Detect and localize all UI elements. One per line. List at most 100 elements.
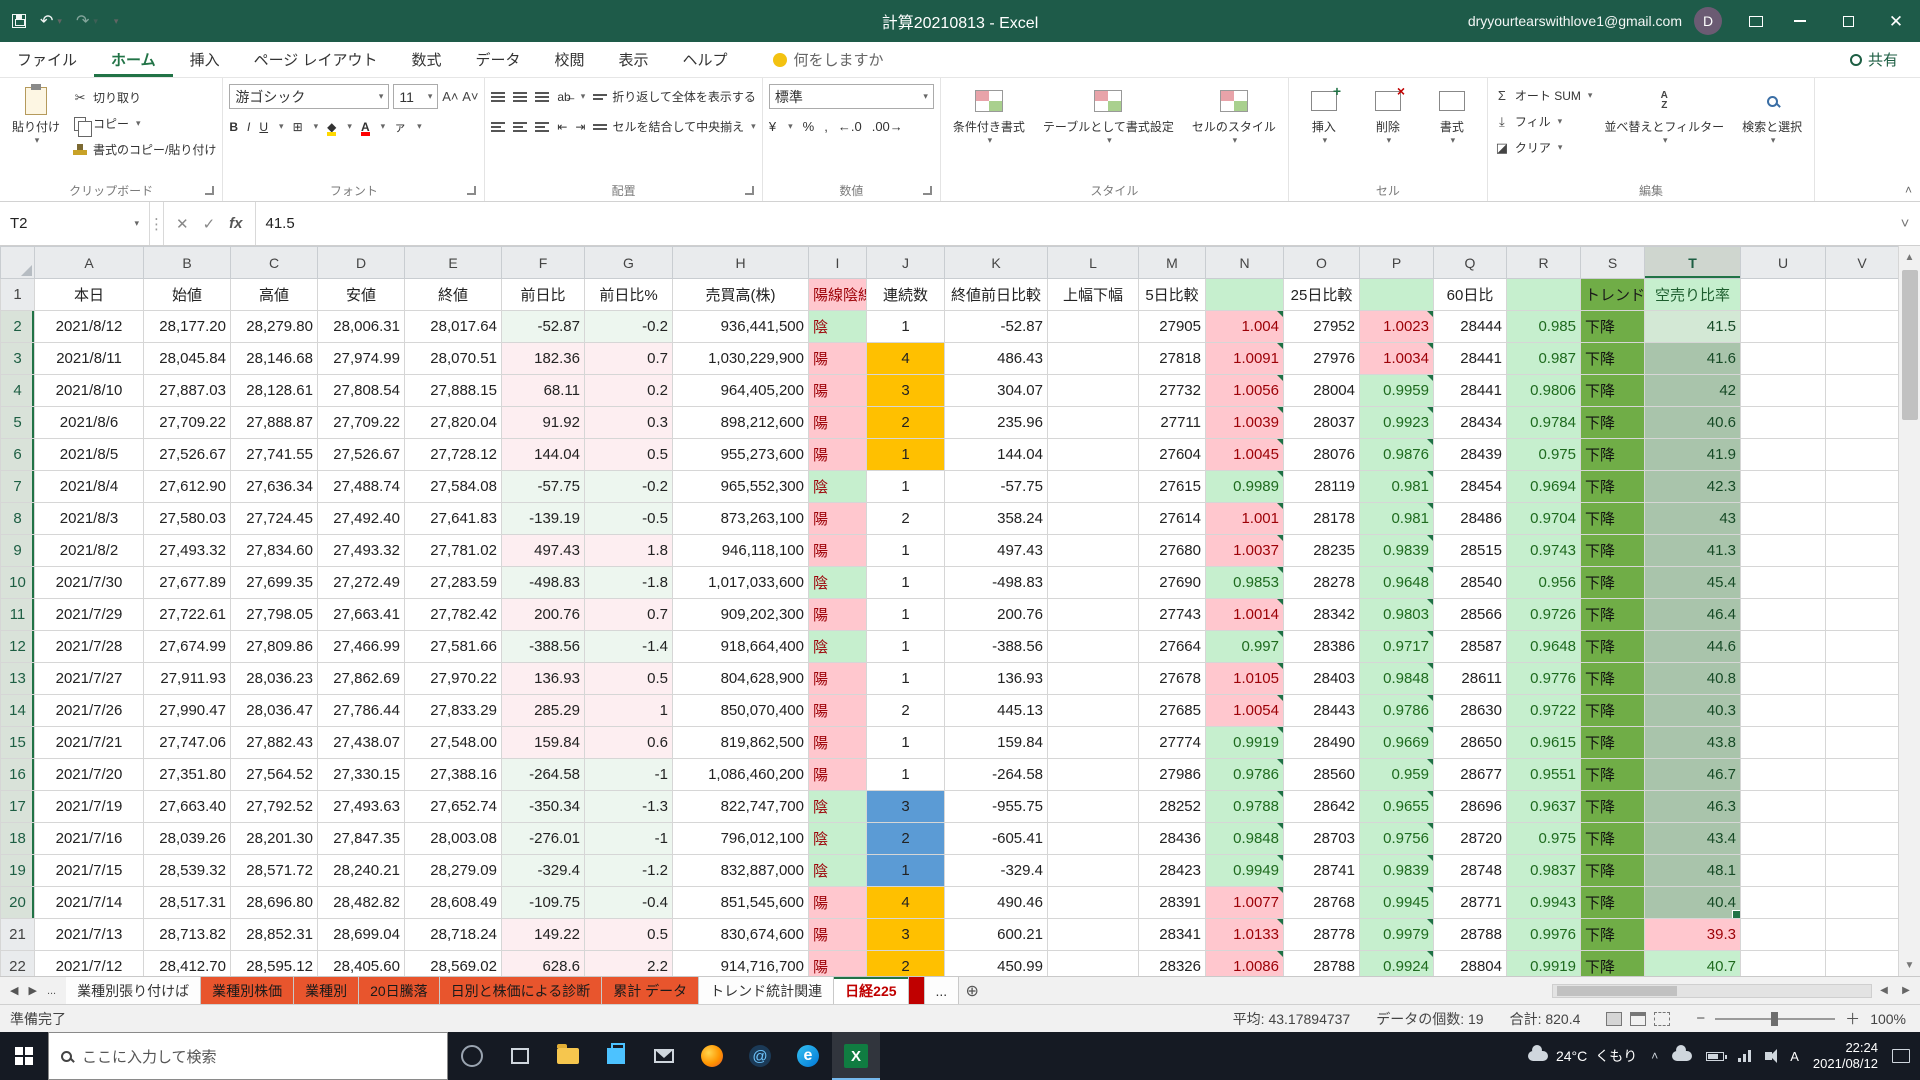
- cell-B12[interactable]: 27,674.99: [144, 631, 231, 663]
- cell-R1[interactable]: [1507, 279, 1581, 311]
- row-header-11[interactable]: 11: [1, 599, 35, 631]
- col-header-R[interactable]: R: [1507, 247, 1581, 279]
- cell-C10[interactable]: 27,699.35: [231, 567, 318, 599]
- row-header-16[interactable]: 16: [1, 759, 35, 791]
- cell-L8[interactable]: [1048, 503, 1139, 535]
- cell-L14[interactable]: [1048, 695, 1139, 727]
- cell-B21[interactable]: 28,713.82: [144, 919, 231, 951]
- cell-A13[interactable]: 2021/7/27: [35, 663, 144, 695]
- cell-N11[interactable]: 1.0014: [1206, 599, 1284, 631]
- cell-D22[interactable]: 28,405.60: [318, 951, 405, 977]
- cell-M19[interactable]: 28423: [1139, 855, 1206, 887]
- cell-D6[interactable]: 27,526.67: [318, 439, 405, 471]
- col-header-N[interactable]: N: [1206, 247, 1284, 279]
- cell-E20[interactable]: 28,608.49: [405, 887, 502, 919]
- increase-indent-button[interactable]: ⇥: [575, 120, 585, 134]
- cell-M6[interactable]: 27604: [1139, 439, 1206, 471]
- sheet-tab-累計 データ[interactable]: 累計 データ: [602, 977, 699, 1004]
- sheet-tab-...[interactable]: ...: [925, 977, 960, 1004]
- cell-M13[interactable]: 27678: [1139, 663, 1206, 695]
- minimize-button[interactable]: [1776, 0, 1824, 42]
- cell-Q22[interactable]: 28804: [1434, 951, 1507, 977]
- cell-P10[interactable]: 0.9648: [1360, 567, 1434, 599]
- cell-E3[interactable]: 28,070.51: [405, 343, 502, 375]
- normal-view-button[interactable]: [1606, 1012, 1622, 1026]
- cell-P13[interactable]: 0.9848: [1360, 663, 1434, 695]
- cell-L10[interactable]: [1048, 567, 1139, 599]
- cell-P18[interactable]: 0.9756: [1360, 823, 1434, 855]
- cell-V10[interactable]: [1826, 567, 1899, 599]
- align-middle-button[interactable]: [513, 92, 527, 102]
- undo-button[interactable]: ↶▾: [40, 11, 62, 31]
- cell-T6[interactable]: 41.9: [1645, 439, 1741, 471]
- row-header-7[interactable]: 7: [1, 471, 35, 503]
- decrease-decimal-button[interactable]: .00→: [872, 119, 903, 134]
- cell-A2[interactable]: 2021/8/12: [35, 311, 144, 343]
- cell-R10[interactable]: 0.956: [1507, 567, 1581, 599]
- cell-N22[interactable]: 1.0086: [1206, 951, 1284, 977]
- cell-T16[interactable]: 46.7: [1645, 759, 1741, 791]
- cell-Q13[interactable]: 28611: [1434, 663, 1507, 695]
- cell-K5[interactable]: 235.96: [945, 407, 1048, 439]
- cell-R9[interactable]: 0.9743: [1507, 535, 1581, 567]
- cell-A18[interactable]: 2021/7/16: [35, 823, 144, 855]
- font-size-select[interactable]: 11▾: [393, 84, 438, 109]
- cell-D12[interactable]: 27,466.99: [318, 631, 405, 663]
- cell-F20[interactable]: -109.75: [502, 887, 585, 919]
- cell-A5[interactable]: 2021/8/6: [35, 407, 144, 439]
- cell-I22[interactable]: 陽: [809, 951, 867, 977]
- cell-E10[interactable]: 27,283.59: [405, 567, 502, 599]
- bold-button[interactable]: B: [229, 120, 238, 134]
- cell-T9[interactable]: 41.3: [1645, 535, 1741, 567]
- cell-C5[interactable]: 27,888.87: [231, 407, 318, 439]
- cell-C15[interactable]: 27,882.43: [231, 727, 318, 759]
- cell-J9[interactable]: 1: [867, 535, 945, 567]
- cell-K14[interactable]: 445.13: [945, 695, 1048, 727]
- cell-K1[interactable]: 終値前日比較: [945, 279, 1048, 311]
- cell-U17[interactable]: [1741, 791, 1826, 823]
- cell-M10[interactable]: 27690: [1139, 567, 1206, 599]
- cell-T15[interactable]: 43.8: [1645, 727, 1741, 759]
- cell-P7[interactable]: 0.981: [1360, 471, 1434, 503]
- scroll-down-icon[interactable]: ▼: [1899, 954, 1920, 976]
- cell-O7[interactable]: 28119: [1284, 471, 1360, 503]
- cell-R20[interactable]: 0.9943: [1507, 887, 1581, 919]
- cell-E15[interactable]: 27,548.00: [405, 727, 502, 759]
- cell-V21[interactable]: [1826, 919, 1899, 951]
- cell-Q18[interactable]: 28720: [1434, 823, 1507, 855]
- cell-S2[interactable]: 下降: [1581, 311, 1645, 343]
- cell-V1[interactable]: [1826, 279, 1899, 311]
- cell-G11[interactable]: 0.7: [585, 599, 673, 631]
- cell-V8[interactable]: [1826, 503, 1899, 535]
- cell-S19[interactable]: 下降: [1581, 855, 1645, 887]
- cell-Q15[interactable]: 28650: [1434, 727, 1507, 759]
- cell-Q21[interactable]: 28788: [1434, 919, 1507, 951]
- cell-N6[interactable]: 1.0045: [1206, 439, 1284, 471]
- task-view-button[interactable]: [496, 1032, 544, 1080]
- cell-Q1[interactable]: 60日比: [1434, 279, 1507, 311]
- col-header-C[interactable]: C: [231, 247, 318, 279]
- cell-T7[interactable]: 42.3: [1645, 471, 1741, 503]
- cell-G17[interactable]: -1.3: [585, 791, 673, 823]
- row-header-14[interactable]: 14: [1, 695, 35, 727]
- cell-U22[interactable]: [1741, 951, 1826, 977]
- cell-I6[interactable]: 陽: [809, 439, 867, 471]
- cell-Q7[interactable]: 28454: [1434, 471, 1507, 503]
- col-header-K[interactable]: K: [945, 247, 1048, 279]
- cell-G20[interactable]: -0.4: [585, 887, 673, 919]
- sheet-tab-トレンド統計関連[interactable]: トレンド統計関連: [699, 977, 834, 1004]
- cell-D18[interactable]: 27,847.35: [318, 823, 405, 855]
- cell-U9[interactable]: [1741, 535, 1826, 567]
- align-bottom-button[interactable]: [535, 92, 549, 102]
- cell-U7[interactable]: [1741, 471, 1826, 503]
- cell-G21[interactable]: 0.5: [585, 919, 673, 951]
- paste-button[interactable]: 貼り付け▾: [6, 82, 66, 150]
- cell-H8[interactable]: 873,263,100: [673, 503, 809, 535]
- cell-Q2[interactable]: 28444: [1434, 311, 1507, 343]
- cell-J20[interactable]: 4: [867, 887, 945, 919]
- cell-C11[interactable]: 27,798.05: [231, 599, 318, 631]
- cell-I9[interactable]: 陽: [809, 535, 867, 567]
- cell-H4[interactable]: 964,405,200: [673, 375, 809, 407]
- cell-V22[interactable]: [1826, 951, 1899, 977]
- col-header-A[interactable]: A: [35, 247, 144, 279]
